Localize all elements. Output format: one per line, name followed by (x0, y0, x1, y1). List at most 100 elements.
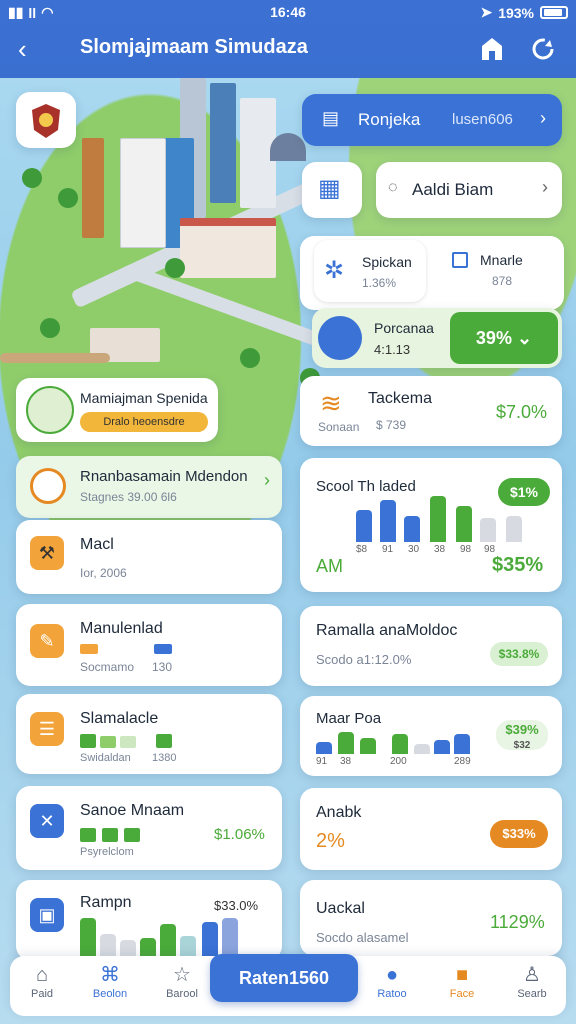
tackema-title: Tackema (368, 390, 433, 407)
maar-poa-card[interactable]: Maar Poa 91 38 200 289 $39% $32 (300, 696, 562, 776)
porcanaa-avatar (318, 316, 362, 360)
city-logo[interactable] (16, 92, 76, 148)
macl-card[interactable]: ⚒ Macl Ior, 2006 (16, 520, 282, 594)
tick: 30 (408, 544, 420, 555)
mnarle-sub: 878 (492, 274, 513, 288)
spickan-card[interactable]: ✲ Spickan 1.36% Mnarle 878 (300, 236, 564, 310)
map-icon: ⌘ (100, 964, 120, 986)
manulenlad-title: Manulenlad (80, 620, 163, 637)
ramalla-title: Ramalla anaMoldoc (316, 622, 458, 639)
back-button[interactable]: ‹ (18, 34, 48, 64)
maar-poa-ticks: 91 38 200 289 (316, 756, 476, 768)
home-icon[interactable] (480, 36, 506, 62)
nav-item-face[interactable]: ■ Face (432, 962, 492, 1000)
legend-swatch (120, 736, 136, 748)
nav-item-beolon[interactable]: ⌘ Beolon (80, 962, 140, 1000)
macl-sub: Ior, 2006 (80, 566, 127, 580)
spickan-sub: 1.36% (362, 276, 397, 290)
legend-swatch (154, 644, 172, 654)
promo-card[interactable]: Mamiajman Spenida Dralo heoensdre (16, 378, 218, 442)
chevron-right-icon: › (542, 177, 548, 197)
uackal-card[interactable]: Uackal Socdo alasamel 1129% (300, 880, 562, 956)
porcanaa-card[interactable]: Porcanaa 4:1.13 39% ⌄ (312, 308, 562, 368)
maar-poa-title: Maar Poa (316, 710, 382, 727)
porcanaa-pill-value: 39% (475, 328, 512, 348)
rnanbasamain-card[interactable]: Rnanbasamain Mdendon Stagnes 39.00 6l6 › (16, 456, 282, 518)
slamalacle-sub: Swidaldan (80, 752, 131, 764)
star-icon: ☆ (173, 964, 191, 986)
maar-poa-value-pill: $39% $32 (496, 720, 548, 751)
anabk-card[interactable]: Anabk 2% $33% (300, 788, 562, 870)
tick: 98 (460, 544, 472, 555)
uackal-sub: Socdo alasamel (316, 930, 409, 945)
spickan-title: Spickan (362, 254, 412, 270)
tools-icon: ✕ (30, 804, 64, 838)
clipboard-icon: ▣ (30, 898, 64, 932)
ramalla-card[interactable]: Ramalla anaMoldoc Scodo a1:12.0% $33.8% (300, 606, 562, 686)
legend-swatch (80, 828, 96, 842)
legend-swatch (124, 828, 140, 842)
nav-label: Paid (30, 988, 54, 1000)
rampn-value: $33.0% (214, 898, 259, 913)
rampn-title: Rampn (80, 894, 132, 911)
legend-swatch (156, 734, 172, 748)
anabk-value: 2% (316, 830, 345, 852)
circle-icon: ● (385, 964, 399, 986)
anabk-title: Anabk (316, 804, 362, 821)
aaldi-biam-button[interactable]: ◌ Aaldi Biam › (376, 162, 562, 218)
legend-swatch (100, 736, 116, 748)
scool-left: AM (316, 556, 343, 576)
mnarle-title: Mnarle (480, 252, 523, 268)
tag-icon: ◌ (388, 179, 398, 196)
nav-label: Barool (166, 988, 198, 1000)
spickan-tile[interactable]: ✲ Spickan 1.36% (314, 240, 426, 302)
ronjeka-button[interactable]: ▤ Ronjeka lusen606 › (302, 94, 562, 146)
maar-poa-value: $39% (505, 722, 539, 737)
chevron-down-icon: ⌄ (516, 328, 533, 348)
tick: 91 (316, 756, 328, 767)
manulenlad-card[interactable]: ✎ Manulenlad Socmamo 130 (16, 604, 282, 686)
nav-label: Beolon (92, 988, 128, 1000)
user-icon: ♙ (523, 964, 541, 986)
nav-item-barool[interactable]: ☆ Barool (152, 962, 212, 1000)
promo-badge[interactable]: Dralo heoensdre (80, 412, 208, 432)
scool-title: Scool Th laded (316, 478, 416, 495)
slamalacle-card[interactable]: ☰ Slamalacle Swidaldan 1380 (16, 694, 282, 774)
building-button[interactable]: ▦ (302, 162, 362, 218)
wave-icon: ≋ (320, 388, 342, 418)
manulenlad-sub2: 130 (152, 660, 173, 674)
status-bar: ▮▮ ll ◠ 16:46 ➤ 193% (0, 4, 576, 24)
ramalla-pill: $33.8% (490, 642, 548, 666)
coin-icon (30, 468, 66, 504)
building-icon: ▦ (318, 175, 341, 202)
legend-swatch (80, 644, 98, 654)
chevron-right-icon: › (264, 470, 270, 490)
refresh-icon[interactable] (530, 36, 556, 62)
tick: 38 (434, 544, 446, 555)
ronjeka-value: lusen606 (452, 111, 513, 128)
nav-item-searb[interactable]: ♙ Searb (502, 962, 562, 1000)
checkbox-icon[interactable] (452, 252, 468, 268)
tackema-card[interactable]: ≋ Tackema Sonaan $ 739 $7.0% (300, 376, 562, 446)
nav-label: Face (449, 988, 475, 1000)
wrench-icon: ✎ (30, 624, 64, 658)
face-icon: ■ (455, 964, 469, 986)
nav-center-button[interactable]: Raten1560 (210, 954, 358, 1002)
legend-swatch (102, 828, 118, 842)
nav-item-paid[interactable]: ⌂ Paid (12, 962, 72, 1000)
porcanaa-title: Porcanaa (374, 320, 434, 336)
porcanaa-pill[interactable]: 39% ⌄ (450, 312, 558, 364)
tackema-sub2: $ 739 (376, 418, 407, 432)
macl-title: Macl (80, 536, 114, 553)
rampn-card[interactable]: ▣ Rampn $33.0% (16, 880, 282, 960)
tick: 91 (382, 544, 394, 555)
sanoe-card[interactable]: ✕ Sanoe Mnaam Psyrelclom $1.06% (16, 786, 282, 870)
sanoe-title: Sanoe Mnaam (80, 802, 185, 819)
nav-item-ratoo[interactable]: ● Ratoo (362, 962, 422, 1000)
tick: $8 (356, 544, 368, 555)
app-header: ▮▮ ll ◠ 16:46 ➤ 193% ‹ Slomjajmaam Simudaza (0, 0, 576, 78)
sanoe-sub: Psyrelclom (80, 846, 134, 858)
document-icon: ▤ (322, 108, 340, 128)
scool-card[interactable]: Scool Th laded $1% $8 91 30 38 98 98 AM … (300, 458, 562, 592)
legend-swatch (80, 734, 96, 748)
